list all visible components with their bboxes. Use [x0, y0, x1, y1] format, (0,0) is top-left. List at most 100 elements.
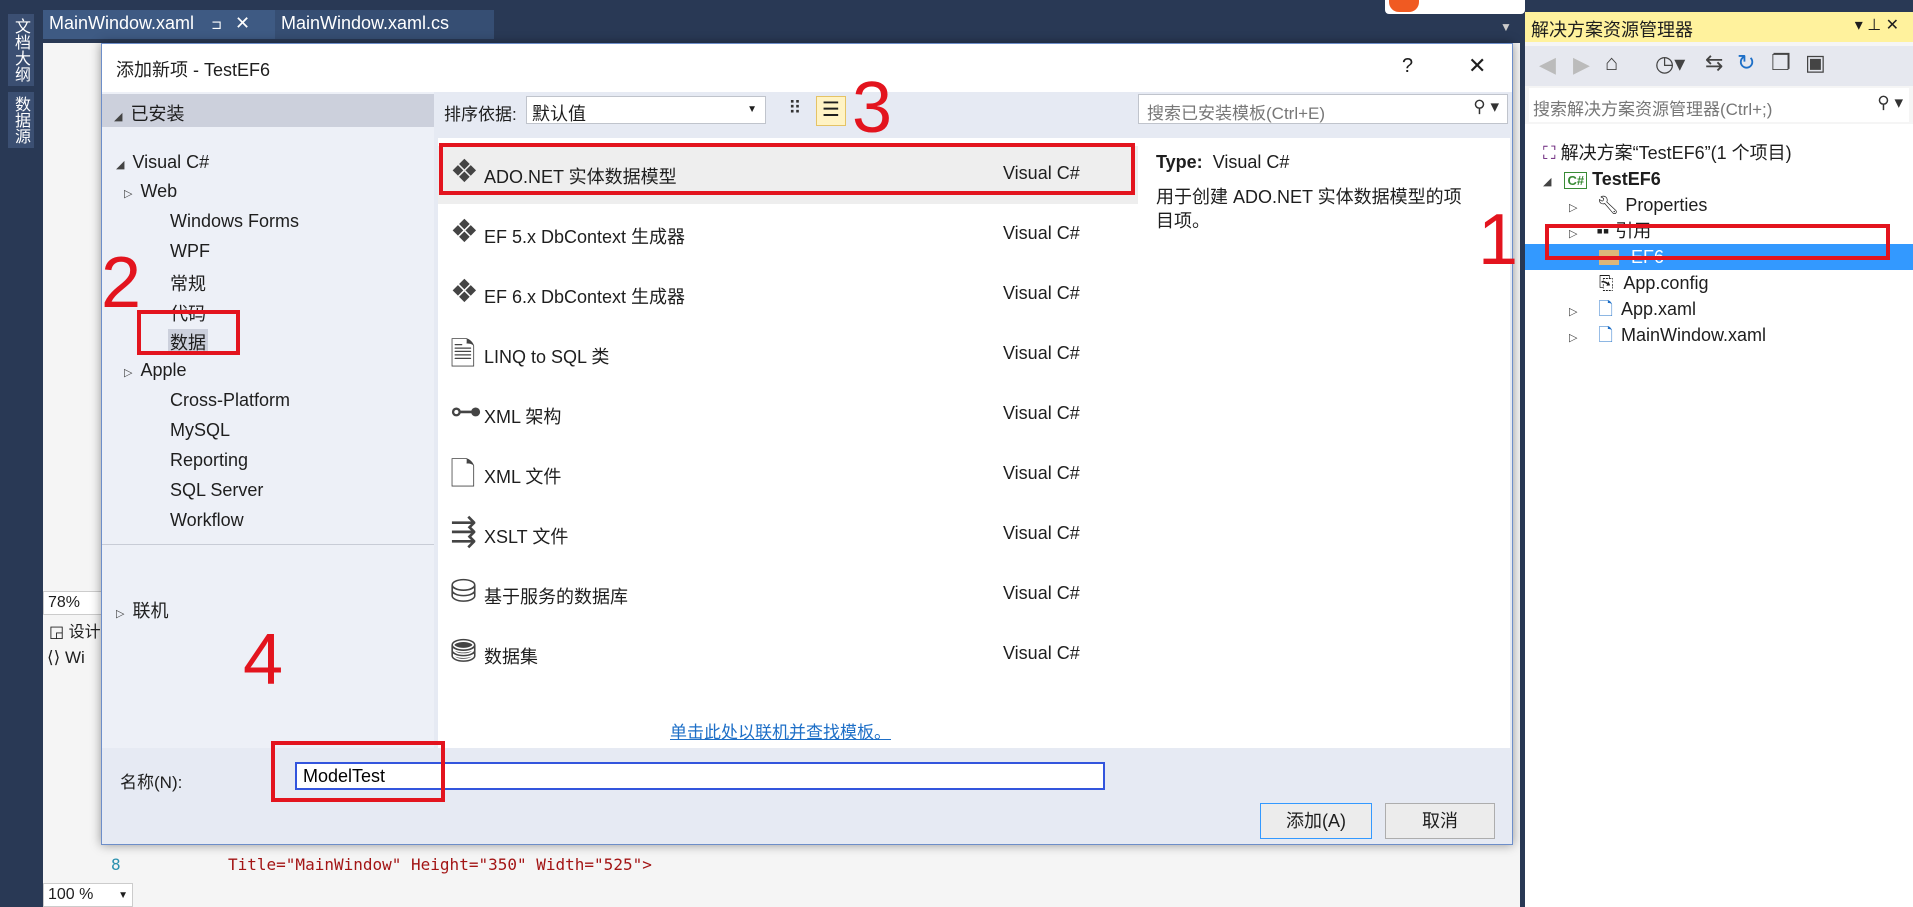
tab-mainwindow-xaml[interactable]: MainWindow.xaml ⊐ ✕ — [43, 10, 275, 39]
tree-apple[interactable]: ▷ Apple — [124, 360, 187, 381]
code-line: Title="MainWindow" Height="350" Width="5… — [228, 855, 652, 874]
template-row[interactable]: ⛃ 数据集 Visual C# — [438, 626, 1138, 684]
solution-explorer: 解决方案资源管理器 ▾ ⊥ ✕ ◀ ▶ ⌂ ◷▾ ⇆ ↻ ❐ ▣ 搜索解决方案资源… — [1525, 12, 1913, 907]
pin-icon[interactable]: ⊐ — [211, 17, 222, 32]
panel-controls[interactable]: ▾ ⊥ ✕ — [1855, 15, 1899, 35]
template-row[interactable]: ❖ EF 6.x DbContext 生成器 Visual C# — [438, 266, 1138, 324]
help-button[interactable]: ? — [1402, 55, 1413, 78]
template-name: EF 5.x DbContext 生成器 — [484, 227, 686, 247]
panel-title: 解决方案资源管理器 — [1531, 20, 1693, 40]
side-tab-data-sources[interactable]: 数据源 — [8, 92, 34, 148]
annotation-number-2: 2 — [101, 243, 142, 323]
template-name: XML 文件 — [484, 467, 562, 487]
close-button[interactable]: ✕ — [1468, 53, 1486, 79]
solution-explorer-header: 解决方案资源管理器 ▾ ⊥ ✕ — [1525, 12, 1913, 42]
tree-installed[interactable]: ◢ 已安装 — [102, 94, 434, 127]
tree-sql-server[interactable]: SQL Server — [170, 480, 263, 501]
template-name: EF 6.x DbContext 生成器 — [484, 287, 686, 307]
template-type: Visual C# — [1003, 403, 1080, 423]
search-icon: ⚲ ▾ — [1877, 93, 1903, 112]
template-name: XML 架构 — [484, 407, 562, 427]
xaml-tab[interactable]: ⟨⟩ Wi — [47, 648, 85, 668]
tab-mainwindow-xaml-cs[interactable]: MainWindow.xaml.cs — [275, 10, 494, 39]
list-view-button[interactable]: ☰ — [816, 96, 846, 126]
annotation-number-1: 1 — [1478, 200, 1519, 280]
type-value: Visual C# — [1212, 152, 1290, 172]
ime-logo-icon — [1389, 0, 1419, 12]
solution-explorer-toolbar: ◀ ▶ ⌂ ◷▾ ⇆ ↻ ❐ ▣ — [1525, 46, 1913, 86]
dropdown-icon[interactable]: ▼ — [1500, 20, 1512, 34]
cancel-button[interactable]: 取消 — [1385, 803, 1495, 839]
tree-app-config[interactable]: ⎘ App.config — [1599, 270, 1708, 296]
tree-mysql[interactable]: MySQL — [170, 420, 230, 441]
template-row[interactable]: ⛁ 基于服务的数据库 Visual C# — [438, 566, 1138, 624]
name-label: 名称(N): — [120, 773, 183, 792]
template-type: Visual C# — [1003, 583, 1080, 603]
close-icon[interactable]: ✕ — [235, 13, 250, 33]
tree-cross-platform[interactable]: Cross-Platform — [170, 390, 290, 411]
sort-dropdown[interactable]: 默认值 ▼ — [526, 96, 766, 124]
sort-label: 排序依据: — [444, 105, 517, 124]
tree-visual-csharp[interactable]: ◢ Visual C# — [116, 152, 209, 173]
forward-icon[interactable]: ▶ — [1573, 52, 1590, 78]
tree-wpf[interactable]: WPF — [170, 241, 210, 262]
tree-mainwindow-xaml[interactable]: ▷ 🗋︎ MainWindow.xaml — [1569, 322, 1766, 348]
collapse-all-icon[interactable]: ❐ — [1771, 50, 1791, 76]
template-list: ❖ ADO.NET 实体数据模型 Visual C# ❖ EF 5.x DbContex… — [438, 138, 1138, 748]
template-type: Visual C# — [1003, 523, 1080, 543]
tab-label: MainWindow.xaml — [49, 13, 195, 33]
design-tab[interactable]: ◲ 设计 — [49, 618, 101, 642]
tree-properties[interactable]: ▷ 🔧︎ Properties — [1569, 192, 1707, 218]
divider — [102, 544, 434, 545]
line-number: 8 — [111, 855, 121, 874]
template-description: 用于创建 ADO.NET 实体数据模型的项目项。 — [1156, 187, 1462, 231]
template-row[interactable]: 🗎︎ LINQ to SQL 类 Visual C# — [438, 326, 1138, 384]
back-icon[interactable]: ◀ — [1539, 52, 1556, 78]
zoom-level[interactable]: 78% — [43, 591, 103, 615]
tree-web[interactable]: ▷ Web — [124, 181, 177, 202]
zoom-dropdown[interactable]: 100 % ▼ — [43, 883, 133, 907]
dialog-title-bar: 添加新项 - TestEF6 ? ✕ — [102, 44, 1512, 92]
tree-solution[interactable]: ⛶ 解决方案“TestEF6”(1 个项目) — [1543, 140, 1792, 166]
dialog-title: 添加新项 - TestEF6 — [116, 60, 271, 80]
online-templates-link[interactable]: 单击此处以联机并查找模板。 — [670, 718, 891, 743]
tree-app-xaml[interactable]: ▷ 🗋︎ App.xaml — [1569, 296, 1696, 322]
annotation-box-1 — [1545, 224, 1890, 260]
add-button[interactable]: 添加(A) — [1260, 803, 1372, 839]
small-icons-view-button[interactable]: ⠿ — [782, 98, 808, 124]
template-type: Visual C# — [1003, 223, 1080, 243]
tree-general[interactable]: 常规 — [170, 270, 206, 296]
type-label: Type: — [1156, 152, 1203, 172]
ime-toolbar — [1385, 0, 1525, 14]
template-name: 基于服务的数据库 — [484, 587, 628, 607]
template-row[interactable]: ❖ EF 5.x DbContext 生成器 Visual C# — [438, 206, 1138, 264]
side-tab-document-outline[interactable]: 文档大纲 — [8, 14, 34, 86]
refresh-icon[interactable]: ↻ — [1737, 50, 1755, 76]
template-search-input[interactable]: 搜索已安装模板(Ctrl+E) ⚲ ▾ — [1138, 94, 1508, 124]
history-icon[interactable]: ◷▾ — [1655, 51, 1685, 77]
annotation-box-3 — [439, 143, 1135, 195]
solution-search-input[interactable]: 搜索解决方案资源管理器(Ctrl+;) ⚲ ▾ — [1529, 88, 1909, 122]
annotation-number-3: 3 — [852, 68, 893, 148]
tree-workflow[interactable]: Workflow — [170, 510, 244, 531]
tree-online[interactable]: ▷ 联机 — [116, 597, 168, 623]
template-type: Visual C# — [1003, 643, 1080, 663]
template-row[interactable]: ⊶ XML 架构 Visual C# — [438, 386, 1138, 444]
search-icon: ⚲ ▾ — [1473, 97, 1499, 116]
tree-windows-forms[interactable]: Windows Forms — [170, 211, 299, 232]
template-row[interactable]: 🗋︎ XML 文件 Visual C# — [438, 446, 1138, 504]
template-type: Visual C# — [1003, 343, 1080, 363]
tree-project[interactable]: ◢ C# TestEF6 — [1543, 166, 1661, 192]
template-type: Visual C# — [1003, 463, 1080, 483]
copy-icon[interactable]: ▣ — [1805, 50, 1826, 76]
home-icon[interactable]: ⌂ — [1605, 50, 1618, 76]
template-row[interactable]: ⇶ XSLT 文件 Visual C# — [438, 506, 1138, 564]
tree-reporting[interactable]: Reporting — [170, 450, 248, 471]
sync-icon[interactable]: ⇆ — [1705, 50, 1723, 76]
annotation-box-2 — [137, 310, 240, 355]
template-details: Type: Visual C# 用于创建 ADO.NET 实体数据模型的项目项。 — [1138, 138, 1510, 748]
template-name: LINQ to SQL 类 — [484, 347, 610, 367]
annotation-number-4: 4 — [243, 620, 284, 700]
template-name: 数据集 — [484, 647, 538, 667]
template-name: XSLT 文件 — [484, 527, 569, 547]
